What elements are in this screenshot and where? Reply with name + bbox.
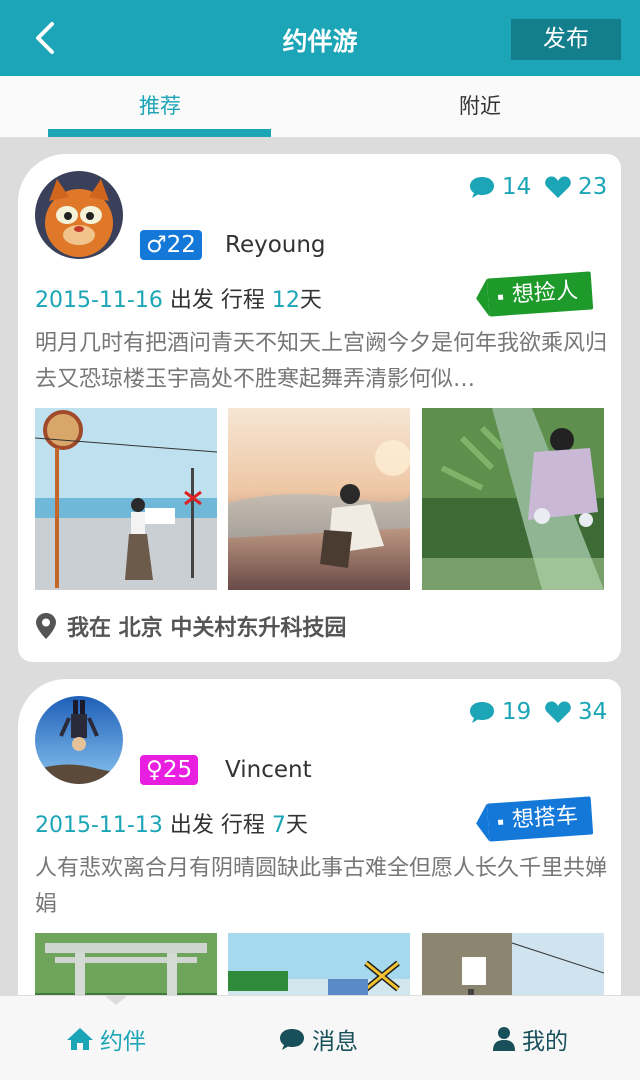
avatar[interactable] (35, 171, 123, 259)
publish-button[interactable]: 发布 (511, 19, 621, 60)
comment-count[interactable]: 14 (468, 174, 531, 200)
map-pin-icon (36, 613, 56, 639)
photo-thumbnail[interactable] (228, 408, 410, 590)
depart-label: 出发 行程 (169, 288, 265, 313)
heart-icon (545, 176, 571, 198)
header-bar: 约伴游 发布 (0, 0, 640, 76)
location-row[interactable]: 我在 北京 中关村东升科技园 (35, 610, 346, 642)
like-count[interactable]: 23 (544, 174, 607, 200)
male-icon: ♂ (146, 232, 167, 258)
depart-label: 出发 行程 (169, 813, 265, 838)
like-count-value: 34 (578, 699, 608, 725)
days-unit: 天 (285, 813, 308, 838)
days-unit: 天 (299, 288, 322, 313)
nav-label: 消息 (312, 1028, 358, 1055)
user-icon (493, 1026, 515, 1051)
username[interactable]: Vincent (225, 755, 312, 785)
trip-tag: 想搭车 (486, 796, 594, 842)
tab-bar: 推荐 附近 (0, 76, 640, 137)
female-icon: ♀ (146, 757, 163, 783)
comment-count-value: 19 (502, 699, 532, 725)
like-count-value: 23 (578, 174, 608, 200)
depart-date: 2015-11-13 (35, 813, 163, 838)
tab-nearby[interactable]: 附近 (320, 76, 640, 137)
chat-icon (470, 177, 494, 198)
bottom-nav: 约伴 消息 我的 (0, 995, 640, 1080)
heart-icon (545, 701, 571, 723)
tab-recommended[interactable]: 推荐 (0, 76, 320, 137)
post-card[interactable]: 14 23 ♂ 22 Reyoung 2015-11-16 出发 行程 12天 … (18, 154, 621, 662)
trip-info: 2015-11-13 出发 行程 7天 (35, 807, 308, 839)
trip-days: 12 (271, 288, 300, 313)
nav-item-companion[interactable]: 约伴 (66, 996, 146, 1080)
active-nav-indicator (104, 995, 128, 1005)
photo-thumbnail[interactable] (35, 408, 217, 590)
photo-thumbnail[interactable] (228, 933, 410, 995)
chat-icon (470, 702, 494, 723)
photo-thumbnail[interactable] (422, 408, 604, 590)
trip-info: 2015-11-16 出发 行程 12天 (35, 282, 322, 314)
nav-item-messages[interactable]: 消息 (278, 996, 358, 1080)
nav-label: 约伴 (100, 1028, 146, 1055)
gender-age-badge: ♀ 25 (140, 755, 199, 785)
nav-item-profile[interactable]: 我的 (492, 996, 568, 1080)
trip-tag: 想捡人 (486, 271, 594, 317)
chat-icon (280, 1028, 304, 1050)
post-card[interactable]: 19 34 ♀ 25 Vincent 2015-11-13 出发 行程 7天 想… (18, 679, 621, 995)
like-count[interactable]: 34 (544, 699, 607, 725)
location-text: 我在 北京 中关村东升科技园 (67, 616, 347, 641)
comment-count-value: 14 (502, 174, 532, 200)
photo-thumbnail[interactable] (35, 933, 217, 995)
gender-age-badge: ♂ 22 (140, 230, 202, 260)
post-feed[interactable]: 14 23 ♂ 22 Reyoung 2015-11-16 出发 行程 12天 … (0, 137, 640, 995)
post-description[interactable]: 人有悲欢离合月有阴晴圆缺此事古难全但愿人长久千里共婵娟 (35, 851, 607, 923)
depart-date: 2015-11-16 (35, 288, 163, 313)
tab-indicator (48, 129, 271, 137)
trip-days: 7 (271, 813, 286, 838)
age-value: 22 (166, 232, 196, 258)
home-icon (67, 1027, 93, 1050)
avatar[interactable] (35, 696, 123, 784)
nav-label: 我的 (522, 1028, 568, 1055)
comment-count[interactable]: 19 (468, 699, 531, 725)
username[interactable]: Reyoung (225, 230, 326, 260)
post-description[interactable]: 明月几时有把酒问青天不知天上宫阙今夕是何年我欲乘风归去又恐琼楼玉宇高处不胜寒起舞… (35, 326, 607, 398)
photo-thumbnail[interactable] (422, 933, 604, 995)
age-value: 25 (162, 757, 193, 783)
